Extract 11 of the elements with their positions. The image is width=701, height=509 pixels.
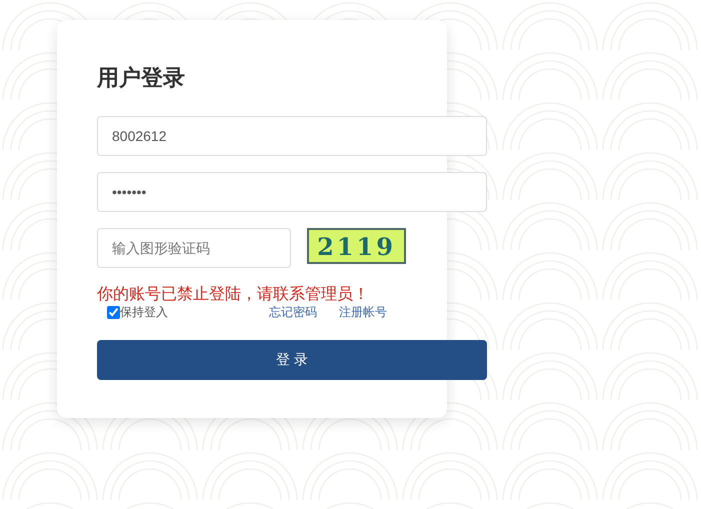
captcha-field[interactable]: 输入图形验证码 (97, 228, 291, 268)
captcha-image[interactable]: 2119 (307, 228, 406, 264)
remember-checkbox[interactable] (107, 306, 120, 318)
error-message: 你的账号已禁止登陆，请联系管理员！ (97, 286, 370, 304)
remember-label: 保持登入 (120, 304, 168, 320)
username-field[interactable]: 8002612 (97, 116, 487, 156)
password-field[interactable]: ••••••• (97, 172, 487, 212)
auth-link[interactable]: 注册帐号 (339, 304, 387, 320)
auth-link[interactable]: 忘记密码 (269, 304, 317, 320)
login-title: 用户登录 (97, 64, 186, 92)
login-button[interactable]: 登 录 (97, 340, 487, 380)
